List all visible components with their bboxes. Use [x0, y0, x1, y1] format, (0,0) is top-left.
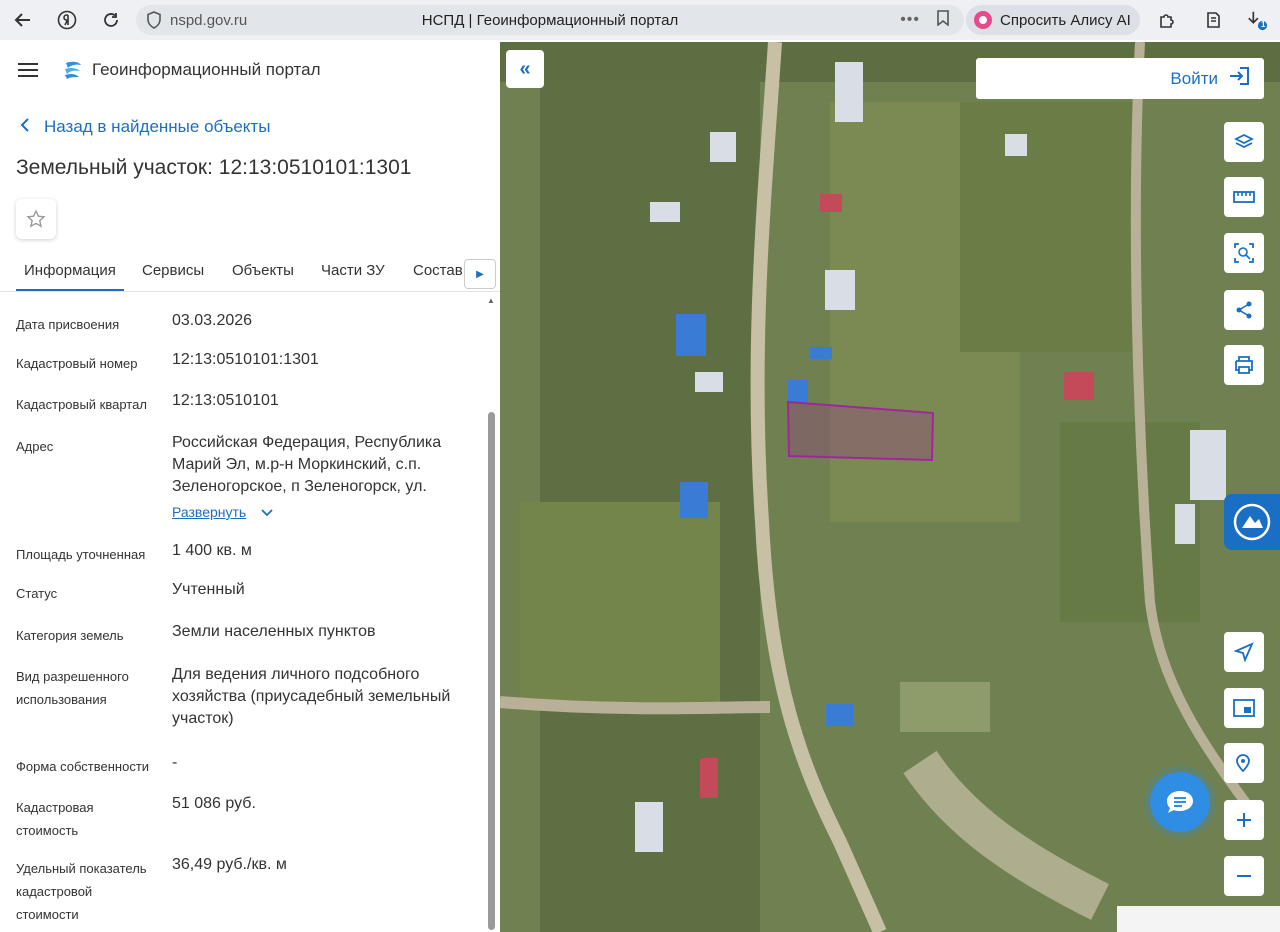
expand-link[interactable]: Развернуть [172, 504, 273, 522]
chat-button[interactable] [1150, 772, 1210, 832]
tab-services[interactable]: Сервисы [142, 262, 204, 279]
panel-scrollbar[interactable]: ▲ [487, 292, 495, 932]
print-icon [1235, 356, 1253, 374]
field-value: 12:13:0510101:1301 [172, 351, 319, 368]
yandex-icon[interactable] [56, 9, 78, 31]
field-value: 1 400 кв. м [172, 542, 252, 559]
panel-header: Геоинформационный портал [0, 42, 500, 98]
field-value: 36,49 руб./кв. м [172, 856, 287, 873]
bookmark-icon[interactable] [936, 9, 950, 31]
chat-icon [1167, 791, 1193, 813]
zoom-out-icon [1237, 875, 1251, 877]
zoom-in-button[interactable] [1224, 800, 1264, 840]
expand-label: Развернуть [172, 504, 247, 520]
field-value: 51 086 руб. [172, 795, 256, 812]
scroll-up-icon[interactable]: ▲ [487, 296, 495, 305]
reload-icon[interactable] [100, 9, 122, 31]
logo-icon[interactable] [62, 59, 84, 81]
tab-objects[interactable]: Объекты [232, 262, 294, 279]
menu-icon[interactable] [18, 59, 38, 81]
back-link-label: Назад в найденные объекты [44, 116, 271, 136]
info-panel: Геоинформационный портал Назад в найденн… [0, 42, 500, 932]
field-value: 03.03.2026 [172, 312, 253, 329]
tabs-scroll-right-button[interactable]: ▶ [464, 259, 496, 289]
tab-parts[interactable]: Части ЗУ [321, 262, 385, 279]
field-label: Адрес [16, 439, 54, 454]
select-area-button[interactable] [1224, 233, 1264, 273]
alice-label: Спросить Алису AI [1000, 11, 1131, 29]
minimap-icon [1233, 699, 1255, 717]
field-value: Для ведения личного подсобного хозяйства… [172, 666, 451, 727]
field-label: Вид разрешенного использования [16, 669, 129, 707]
side-widget-button[interactable] [1224, 494, 1280, 550]
collapse-panel-button[interactable]: « [506, 50, 544, 88]
search-location-icon [1236, 754, 1250, 773]
download-badge: 1 [1261, 20, 1266, 29]
site-name[interactable]: Геоинформационный портал [92, 60, 321, 80]
chevron-down-icon [261, 506, 273, 520]
field-label: Кадастровый номер [16, 356, 138, 371]
locate-button[interactable] [1224, 632, 1264, 672]
field-label: Площадь уточненная [16, 547, 146, 562]
share-button[interactable] [1224, 290, 1264, 330]
tab-title: НСПД | Геоинформационный портал [421, 11, 679, 29]
search-location-button[interactable] [1224, 743, 1264, 783]
collections-icon[interactable] [1202, 9, 1224, 31]
zoom-in-icon [1237, 813, 1251, 827]
map-widget-icon [1233, 503, 1271, 541]
browser-toolbar: nspd.gov.ru НСПД | Геоинформационный пор… [0, 0, 1280, 40]
extensions-icon[interactable] [1156, 9, 1178, 31]
back-icon[interactable] [12, 9, 34, 31]
page-title: Земельный участок: 12:13:0510101:1301 [16, 156, 412, 179]
tab-information[interactable]: Информация [16, 262, 124, 291]
tab-bar: Информация Сервисы Объекты Части ЗУ Сост… [0, 252, 500, 292]
locate-icon [1234, 642, 1254, 662]
download-icon[interactable]: 1 [1246, 9, 1268, 31]
login-button[interactable]: Войти [976, 58, 1264, 99]
alice-button[interactable]: Спросить Алису AI [966, 5, 1140, 35]
ruler-icon [1233, 191, 1255, 203]
login-icon [1228, 66, 1250, 92]
ruler-button[interactable] [1224, 177, 1264, 217]
scrollbar-thumb[interactable] [488, 412, 495, 930]
layers-button[interactable] [1224, 122, 1264, 162]
layers-icon [1234, 133, 1254, 149]
field-label: Статус [16, 586, 58, 601]
field-value: - [172, 754, 178, 771]
tab-composition[interactable]: Состав [413, 262, 463, 279]
field-value: 12:13:0510101 [172, 392, 279, 409]
print-button[interactable] [1224, 345, 1264, 385]
field-label: Дата присвоения [16, 317, 120, 332]
field-label: Кадастровый квартал [16, 397, 147, 412]
zoom-out-button[interactable] [1224, 856, 1264, 896]
field-label: Кадастровая стоимость [16, 800, 94, 838]
alice-icon [974, 11, 992, 29]
status-value: Учтенный [172, 581, 245, 598]
field-value: Земли населенных пунктов [172, 623, 376, 640]
map-attribution [1117, 906, 1280, 932]
field-label: Удельный показатель кадастровой стоимост… [16, 861, 147, 922]
share-icon [1236, 301, 1252, 319]
more-icon[interactable]: ••• [900, 11, 920, 29]
address-value: Российская Федерация, Республика Марий Э… [172, 434, 442, 495]
address-bar[interactable]: nspd.gov.ru НСПД | Геоинформационный пор… [136, 5, 964, 35]
minimap-button[interactable] [1224, 688, 1264, 728]
login-label: Войти [1170, 68, 1218, 88]
star-icon [26, 209, 46, 228]
field-label: Категория земель [16, 628, 124, 643]
back-link[interactable]: Назад в найденные объекты [20, 116, 270, 137]
field-label: Форма собственности [16, 759, 150, 774]
select-area-icon [1234, 243, 1254, 263]
favorite-button[interactable] [16, 199, 56, 239]
chevron-left-icon [20, 116, 30, 137]
